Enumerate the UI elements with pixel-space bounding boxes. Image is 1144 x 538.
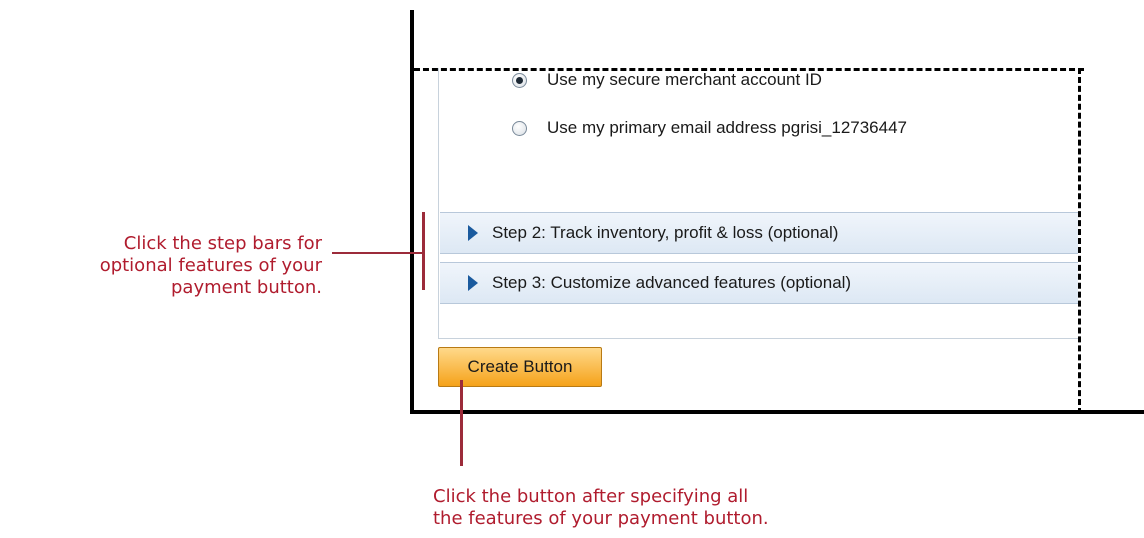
callout-connector [332, 252, 424, 254]
radio-label: Use my secure merchant account ID [547, 70, 822, 89]
step-label: Step 3: Customize advanced features (opt… [492, 273, 852, 292]
radio-unselected-icon[interactable] [512, 120, 527, 136]
callout-bracket [422, 212, 425, 290]
step-bar-3[interactable]: Step 3: Customize advanced features (opt… [440, 262, 1078, 304]
triangle-right-icon [468, 225, 478, 241]
radio-option-email[interactable]: Use my primary email address pgrisi_1273… [512, 118, 907, 138]
steps-callout: Click the step bars for optional feature… [10, 233, 322, 299]
button-callout-connector [460, 380, 463, 466]
callout-line: the features of your payment button. [433, 508, 769, 529]
button-callout: Click the button after specifying all th… [433, 486, 769, 530]
triangle-right-icon [468, 275, 478, 291]
radio-label: Use my primary email address pgrisi_1273… [547, 118, 907, 137]
screenshot-frame-bottom [410, 410, 1144, 414]
radio-selected-icon[interactable] [512, 72, 527, 88]
callout-line: Click the button after specifying all [433, 486, 749, 507]
radio-option-merchant-id[interactable]: Use my secure merchant account ID [512, 70, 822, 90]
callout-line: Click the step bars for [123, 233, 322, 254]
highlight-box-right [1078, 68, 1081, 414]
callout-line: optional features of your [99, 255, 322, 276]
step-bar-2[interactable]: Step 2: Track inventory, profit & loss (… [440, 212, 1078, 254]
callout-line: payment button. [171, 277, 322, 298]
step-label: Step 2: Track inventory, profit & loss (… [492, 223, 839, 242]
